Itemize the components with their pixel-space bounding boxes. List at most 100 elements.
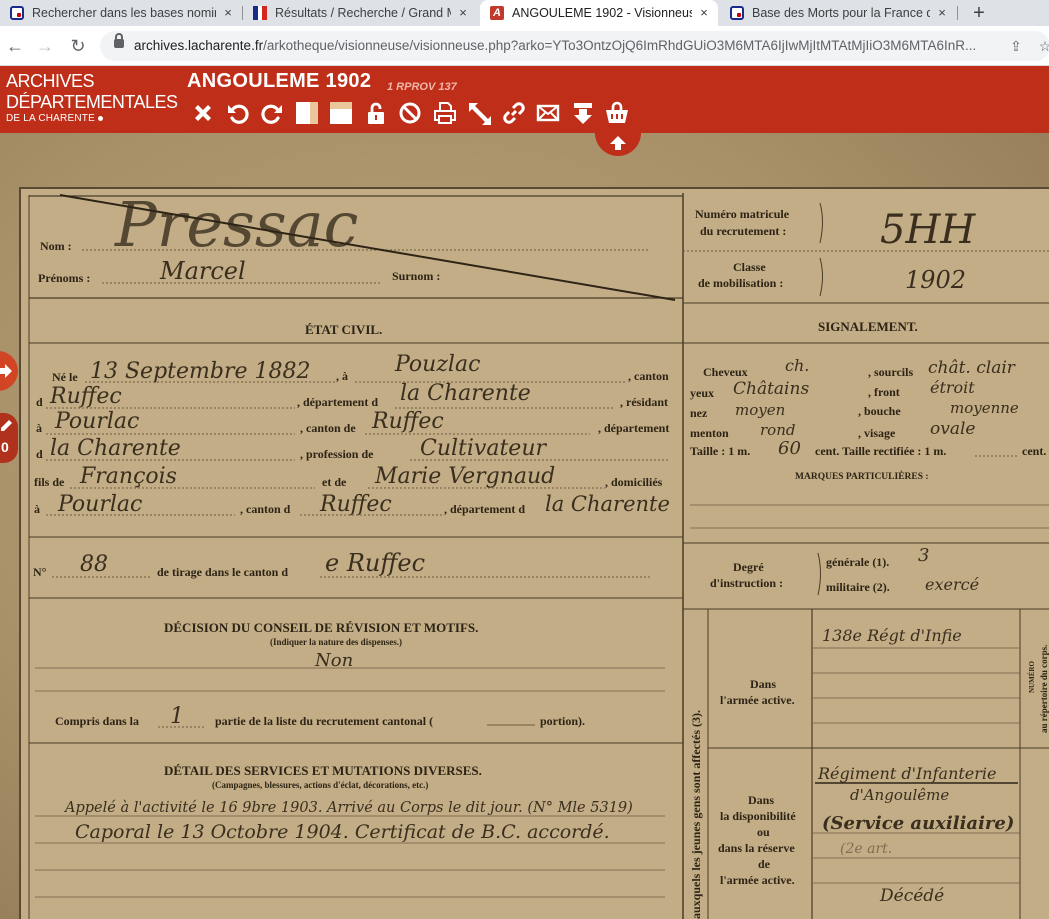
- download-icon[interactable]: [566, 100, 601, 126]
- profession-label: , profession de: [300, 447, 374, 461]
- fullscreen-icon[interactable]: [462, 100, 497, 126]
- back-arrow-icon[interactable]: ←: [3, 34, 27, 58]
- classe-label2: de mobilisation :: [698, 276, 783, 290]
- browser-tab-strip: Rechercher dans les bases nomin × Résult…: [0, 0, 1049, 26]
- link-icon[interactable]: [497, 100, 532, 126]
- a2-label: à: [36, 421, 42, 435]
- nom-label: Nom :: [40, 239, 72, 253]
- numero-tirage-value: 88: [80, 552, 108, 577]
- bouche-label: , bouche: [858, 404, 901, 418]
- close-tab-icon[interactable]: ×: [696, 5, 712, 21]
- sourcils-label: , sourcils: [868, 365, 913, 379]
- browser-tab-rechercher[interactable]: Rechercher dans les bases nomin ×: [0, 0, 242, 26]
- browser-toolbar: ← → ↻ archives.lacharente.fr/arkotheque/…: [0, 26, 1049, 66]
- print-icon[interactable]: [428, 100, 463, 126]
- degre-label2: d'instruction :: [710, 576, 783, 590]
- visage-value: ovale: [930, 419, 975, 439]
- etat-civil-heading: ÉTAT CIVIL.: [305, 322, 382, 337]
- browser-tab-angouleme[interactable]: A ANGOULEME 1902 - Visionneuse ×: [480, 0, 718, 26]
- d2-label: d: [36, 447, 43, 461]
- close-tab-icon[interactable]: ×: [934, 5, 950, 21]
- logo-line3: DE LA CHARENTE: [6, 113, 95, 124]
- cancel-icon[interactable]: [393, 100, 428, 126]
- annotation-counter[interactable]: 0: [0, 413, 18, 463]
- url-text[interactable]: archives.lacharente.fr/arkotheque/vision…: [134, 31, 984, 61]
- marques-label: MARQUES PARTICULIÈRES :: [795, 470, 929, 482]
- bookmark-star-icon[interactable]: ☆: [1035, 36, 1049, 56]
- tab-title: Base des Morts pour la France de: [752, 6, 930, 20]
- menton-value: rond: [760, 421, 795, 439]
- logo-line1: ARCHIVES: [6, 71, 95, 91]
- rotate-right-icon[interactable]: [255, 100, 290, 126]
- prenoms-label: Prénoms :: [38, 271, 90, 285]
- dispo-label3: ou: [757, 825, 770, 839]
- pencil-icon: [1, 420, 12, 431]
- signalement-heading: SIGNALEMENT.: [818, 319, 918, 334]
- french-flag-favicon-icon: [253, 6, 268, 20]
- register-scan: Nom : Pressac Prénoms : Marcel Surnom : …: [19, 187, 1049, 919]
- lock-icon[interactable]: [114, 33, 124, 48]
- pere-value: François: [79, 464, 177, 489]
- basket-lock-icon[interactable]: [600, 100, 635, 126]
- nez-value: moyen: [735, 401, 785, 419]
- email-icon[interactable]: [531, 100, 566, 126]
- tirage-label: de tirage dans le canton d: [157, 565, 288, 579]
- tirage-value: e Ruffec: [325, 549, 425, 577]
- document-viewer[interactable]: Nom : Pressac Prénoms : Marcel Surnom : …: [0, 133, 1049, 919]
- close-tab-icon[interactable]: ×: [455, 5, 471, 21]
- departement-label: , département d: [297, 395, 378, 409]
- cheveux-label: Cheveux: [703, 365, 748, 379]
- repertoire-label: au répertoire du corps.: [1039, 645, 1049, 733]
- canton-label: , canton: [628, 369, 669, 383]
- visage-label: , visage: [858, 426, 896, 440]
- degre-label1: Degré: [733, 560, 764, 574]
- tab-title: Rechercher dans les bases nomin: [32, 6, 216, 20]
- browser-tab-resultats[interactable]: Résultats / Recherche / Grand Mé ×: [243, 0, 477, 26]
- militaire-label: militaire (2).: [826, 580, 890, 594]
- dispo-label5: de: [758, 857, 771, 871]
- armee-active-value: 138e Régt d'Infie: [822, 626, 962, 645]
- sourcils-value: chât. clair: [928, 358, 1016, 378]
- menton-label: menton: [690, 426, 729, 440]
- et-label: et de: [322, 475, 347, 489]
- horizontal-split-icon[interactable]: [324, 100, 359, 126]
- vertical-split-icon[interactable]: [290, 100, 325, 126]
- close-icon[interactable]: [186, 100, 221, 126]
- share-icon[interactable]: ⇪: [1006, 36, 1026, 56]
- yeux-value: Châtains: [733, 379, 809, 399]
- prenoms-value: Marcel: [159, 257, 246, 285]
- archives-logo[interactable]: ARCHIVES DÉPARTEMENTALES DE LA CHARENTE: [6, 71, 178, 125]
- bouche-value: moyenne: [950, 399, 1019, 417]
- front-label: , front: [868, 385, 900, 399]
- matricule-label2: du recrutement :: [700, 224, 786, 238]
- armee-active-label2: l'armée active.: [720, 693, 795, 707]
- address-bar[interactable]: archives.lacharente.fr/arkotheque/vision…: [100, 31, 1049, 61]
- detail-subheading: (Campagnes, blessures, actions d'éclat, …: [212, 780, 428, 790]
- d-label: d: [36, 395, 43, 409]
- arrow-up-icon: [610, 135, 626, 150]
- taille-value: 60: [778, 438, 801, 459]
- browser-tab-morts[interactable]: Base des Morts pour la France de ×: [720, 0, 956, 26]
- militaire-value: exercé: [925, 575, 979, 594]
- generale-value: 3: [918, 545, 929, 566]
- rotate-left-icon[interactable]: [221, 100, 256, 126]
- canton3-label: , canton d: [240, 502, 291, 516]
- dispo-label2: la disponibilité: [720, 809, 796, 823]
- reload-icon[interactable]: ↻: [66, 34, 90, 58]
- close-tab-icon[interactable]: ×: [220, 5, 236, 21]
- new-tab-icon[interactable]: +: [968, 2, 990, 24]
- taille-rest-label: cent. Taille rectifiée : 1 m.: [815, 444, 946, 458]
- unlock-icon[interactable]: [359, 100, 394, 126]
- dispo-label1: Dans: [748, 793, 774, 807]
- viewer-toolbar: [186, 100, 635, 126]
- matricule-label1: Numéro matricule: [695, 207, 790, 221]
- ne-lieu-value: Pouzlac: [394, 352, 480, 377]
- tab-title: Résultats / Recherche / Grand Mé: [275, 6, 451, 20]
- canton3-value: Ruffec: [319, 492, 392, 517]
- front-value: étroit: [930, 378, 975, 397]
- departement3-value: la Charente: [545, 492, 670, 516]
- profession-value: Cultivateur: [420, 436, 547, 461]
- classe-value: 1902: [905, 266, 966, 294]
- document-title: ANGOULEME 1902: [187, 70, 372, 92]
- forward-arrow-icon[interactable]: →: [33, 34, 57, 58]
